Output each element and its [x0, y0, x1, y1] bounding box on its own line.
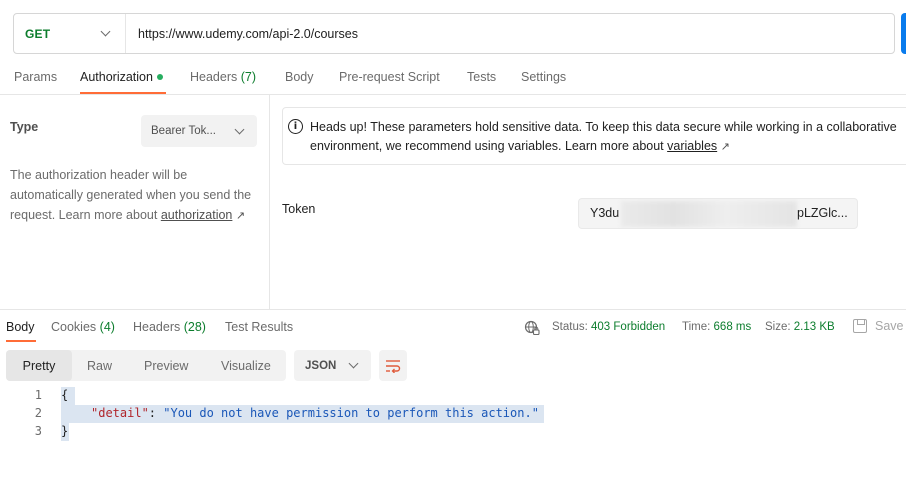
- method-label: GET: [25, 26, 51, 41]
- status-dot-icon: [156, 73, 163, 80]
- url-input[interactable]: https://www.udemy.com/api-2.0/courses: [126, 27, 358, 41]
- request-tabs: Params Authorization Headers (7) Body Pr…: [0, 62, 906, 95]
- tab-settings[interactable]: Settings: [521, 70, 566, 84]
- tab-count: (7): [240, 70, 257, 84]
- tab-count: (4): [99, 320, 115, 334]
- notice-text: Heads up! These parameters hold sensitiv…: [310, 118, 906, 157]
- status-readout: Status: 403 Forbidden: [552, 321, 665, 333]
- active-tab-indicator: [80, 92, 166, 94]
- json-key: "detail": [91, 406, 149, 420]
- active-tab-indicator: [6, 340, 36, 342]
- notice-line: Heads up! These parameters hold sensitiv…: [310, 120, 897, 134]
- token-end-text: pLZGlc...: [797, 206, 848, 220]
- mode-raw[interactable]: Raw: [87, 350, 112, 381]
- code-text: "detail": "You do not have permission to…: [91, 406, 539, 420]
- response-tabs: Body Cookies (4) Headers (28) Test Resul…: [0, 309, 906, 342]
- tab-label: Tests: [467, 70, 497, 84]
- notice-line: environment, we recommend using variable…: [310, 137, 906, 157]
- line-number: 2: [34, 406, 42, 420]
- token-blur-mask: [621, 201, 797, 227]
- tab-cookies[interactable]: Cookies (4): [51, 320, 115, 334]
- time-value[interactable]: 668 ms: [714, 321, 752, 333]
- time-readout: Time: 668 ms: [682, 321, 751, 333]
- mode-preview[interactable]: Preview: [144, 350, 188, 381]
- tab-label: Authorization: [80, 70, 153, 84]
- info-icon: i: [288, 119, 303, 134]
- token-input[interactable]: Y3du pLZGlc...: [578, 198, 858, 229]
- tab-headers[interactable]: Headers (7): [190, 70, 256, 84]
- tab-label: Cookies: [51, 320, 97, 334]
- code-line: 1 {: [0, 387, 906, 405]
- notice-line-text: environment, we recommend using variable…: [310, 139, 664, 153]
- tab-body[interactable]: Body: [285, 70, 314, 84]
- tab-label: Headers: [190, 70, 238, 84]
- json-separator: :: [148, 406, 164, 420]
- tab-test-results[interactable]: Test Results: [225, 320, 293, 334]
- language-value: JSON: [305, 359, 337, 372]
- size-value[interactable]: 2.13 KB: [794, 321, 835, 333]
- chevron-down-icon: [348, 358, 359, 369]
- save-icon: [853, 319, 867, 333]
- auth-description: The authorization header will be automat…: [10, 165, 255, 226]
- save-response-button[interactable]: Save: [875, 319, 904, 333]
- tab-authorization[interactable]: Authorization: [80, 70, 163, 84]
- tab-label: Params: [14, 70, 58, 84]
- method-select[interactable]: GET: [14, 14, 126, 53]
- status-value[interactable]: 403 Forbidden: [591, 321, 665, 333]
- size-readout: Size: 2.13 KB: [765, 321, 835, 333]
- json-string: "You do not have permission to perform t…: [163, 406, 539, 420]
- external-link-icon: ↗: [720, 141, 730, 153]
- tab-label: Test Results: [225, 320, 294, 334]
- auth-type-panel: Type Bearer Tok... The authorization hea…: [0, 95, 270, 309]
- url-bar: GET https://www.udemy.com/api-2.0/course…: [13, 13, 895, 54]
- network-globe-icon[interactable]: [524, 320, 540, 336]
- sensitive-data-notice: i Heads up! These parameters hold sensit…: [282, 107, 906, 165]
- mode-pretty[interactable]: Pretty: [6, 350, 72, 381]
- tab-label: Headers: [133, 320, 181, 334]
- code-text: }: [61, 424, 69, 438]
- authorization-link[interactable]: authorization: [161, 208, 233, 222]
- view-mode-segmented: Pretty Raw Preview Visualize: [6, 350, 286, 381]
- auth-type-value: Bearer Tok...: [151, 125, 216, 137]
- tab-response-body[interactable]: Body: [6, 320, 35, 334]
- type-label: Type: [10, 120, 39, 134]
- wrap-lines-icon: [386, 359, 401, 373]
- tab-response-headers[interactable]: Headers (28): [133, 320, 206, 334]
- external-link-icon: ↗: [235, 210, 246, 222]
- language-select[interactable]: JSON: [294, 350, 371, 381]
- chevron-down-icon: [234, 124, 245, 134]
- send-button[interactable]: [901, 13, 906, 54]
- tab-pre-request-script[interactable]: Pre-request Script: [339, 70, 440, 84]
- tab-label: Body: [285, 70, 314, 84]
- size-label: Size:: [765, 321, 791, 333]
- tab-label: Settings: [521, 70, 567, 84]
- token-label: Token: [282, 202, 316, 216]
- tab-tests[interactable]: Tests: [467, 70, 496, 84]
- variables-link[interactable]: variables: [667, 139, 717, 153]
- time-label: Time:: [682, 321, 711, 333]
- code-line: 3 }: [0, 423, 906, 441]
- wrap-lines-button[interactable]: [379, 350, 407, 381]
- line-number: 3: [34, 424, 42, 438]
- chevron-down-icon: [100, 26, 111, 37]
- status-label: Status:: [552, 321, 588, 333]
- tab-count: (28): [183, 320, 206, 334]
- code-text: {: [61, 388, 69, 402]
- token-start-text: Y3du: [590, 206, 620, 220]
- tab-label: Body: [6, 320, 35, 334]
- line-number: 1: [34, 388, 42, 402]
- mode-visualize[interactable]: Visualize: [221, 350, 271, 381]
- tab-params[interactable]: Params: [14, 70, 57, 84]
- code-line: 2 "detail": "You do not have permission …: [0, 405, 906, 423]
- auth-type-select[interactable]: Bearer Tok...: [141, 115, 257, 147]
- tab-label: Pre-request Script: [339, 70, 440, 84]
